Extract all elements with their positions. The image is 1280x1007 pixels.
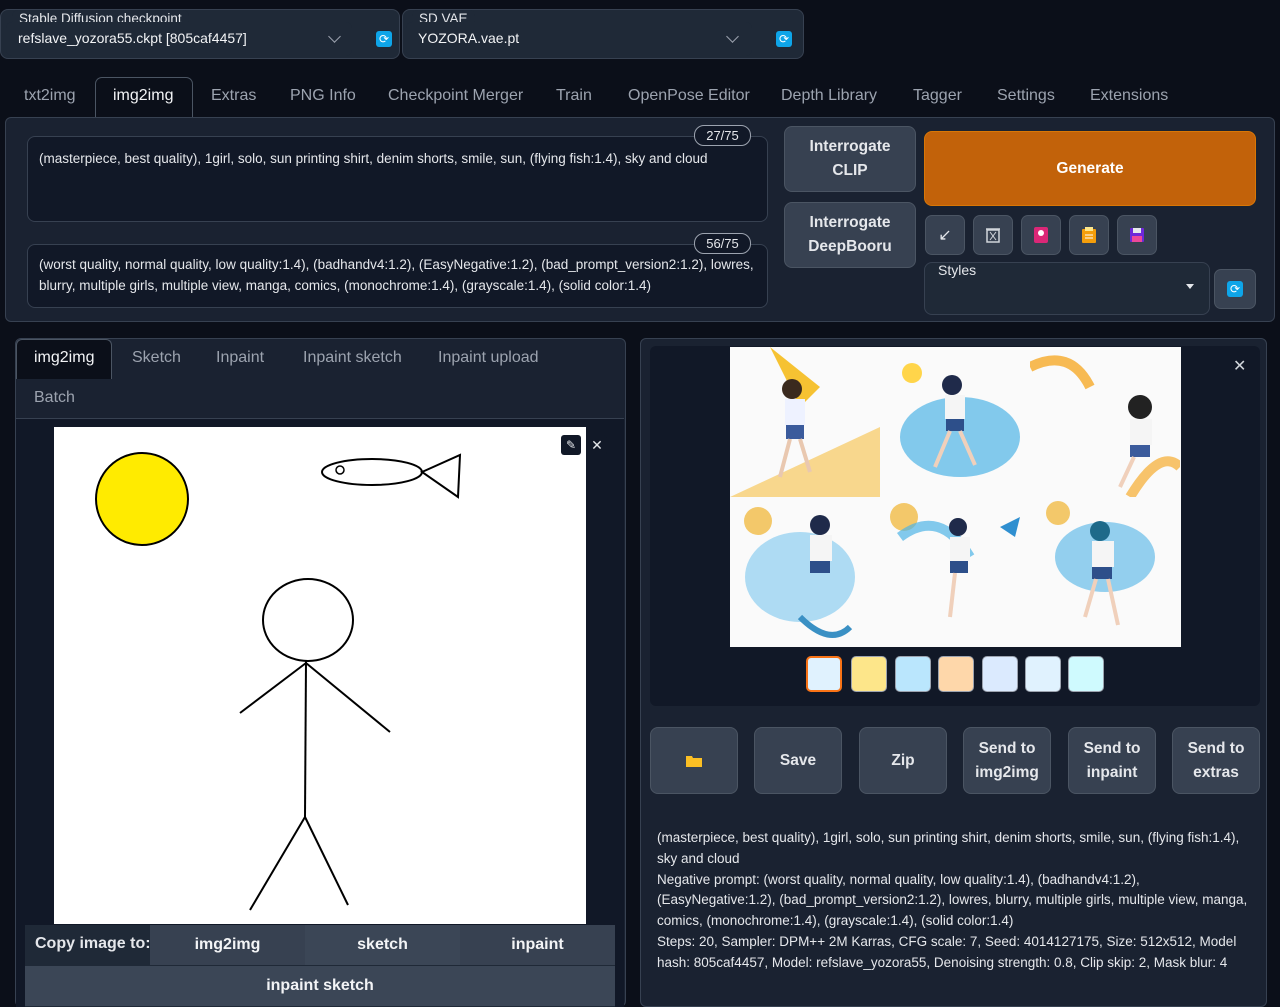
generated-image-1 bbox=[730, 347, 880, 497]
interrogate-clip-button[interactable]: Interrogate CLIP bbox=[784, 126, 916, 192]
refresh-icon[interactable]: ⟳ bbox=[776, 31, 792, 47]
tab-train[interactable]: Train bbox=[556, 87, 592, 105]
copy-image-label: Copy image to: bbox=[35, 935, 151, 952]
gallery-thumbnail-4[interactable] bbox=[982, 656, 1018, 692]
generated-image-2 bbox=[880, 347, 1030, 497]
tab-openpose-editor[interactable]: OpenPose Editor bbox=[628, 87, 750, 105]
close-icon[interactable]: ✕ bbox=[587, 435, 607, 455]
save-button[interactable]: Save bbox=[754, 727, 842, 794]
subtab-inpaint[interactable]: Inpaint bbox=[216, 349, 264, 367]
generated-image-6 bbox=[1030, 497, 1180, 647]
sketch-canvas[interactable] bbox=[54, 427, 586, 924]
subtab-img2img[interactable]: img2img bbox=[34, 349, 94, 367]
interrogate-deepbooru-line1: Interrogate bbox=[809, 214, 891, 231]
close-icon[interactable]: ✕ bbox=[1233, 356, 1246, 376]
generated-image-3 bbox=[1030, 347, 1180, 497]
dropdown-triangle-icon bbox=[1186, 284, 1194, 289]
gallery-thumbnail-1[interactable] bbox=[851, 656, 887, 692]
interrogate-clip-line1: Interrogate bbox=[809, 138, 891, 155]
refresh-icon[interactable]: ⟳ bbox=[376, 31, 392, 47]
copy-to-inpaint-sketch-button[interactable]: inpaint sketch bbox=[25, 966, 615, 1006]
open-folder-button[interactable] bbox=[650, 727, 738, 794]
tab-img2img[interactable]: img2img bbox=[113, 87, 173, 105]
generation-info-params: Steps: 20, Sampler: DPM++ 2M Karras, CFG… bbox=[657, 933, 1237, 970]
generate-button[interactable]: Generate bbox=[924, 131, 1256, 206]
prompt-input[interactable]: (masterpiece, best quality), 1girl, solo… bbox=[27, 136, 768, 222]
tab-png-info[interactable]: PNG Info bbox=[290, 87, 356, 105]
trash-icon[interactable] bbox=[973, 215, 1013, 255]
copy-to-inpaint-button[interactable]: inpaint bbox=[460, 925, 615, 965]
chevron-down-icon bbox=[328, 30, 341, 43]
checkpoint-select[interactable]: refslave_yozora55.ckpt [805caf4457] bbox=[6, 22, 352, 56]
vae-select[interactable]: YOZORA.vae.pt bbox=[406, 22, 752, 56]
tab-extensions[interactable]: Extensions bbox=[1090, 87, 1168, 105]
negative-prompt-input[interactable]: (worst quality, normal quality, low qual… bbox=[27, 244, 768, 308]
generated-grid-image[interactable] bbox=[730, 347, 1181, 647]
tab-tagger[interactable]: Tagger bbox=[913, 87, 962, 105]
send-to-inpaint-line1: Send to bbox=[1083, 739, 1141, 757]
send-to-extras-line1: Send to bbox=[1187, 739, 1245, 757]
tab-settings[interactable]: Settings bbox=[997, 87, 1055, 105]
gallery-thumbnail-5[interactable] bbox=[1025, 656, 1061, 692]
gallery-thumbnail-3[interactable] bbox=[938, 656, 974, 692]
copy-to-img2img-button[interactable]: img2img bbox=[150, 925, 305, 965]
edit-pencil-icon[interactable]: ✎ bbox=[561, 435, 581, 455]
tab-extras[interactable]: Extras bbox=[211, 87, 256, 105]
generated-image-4 bbox=[730, 497, 880, 647]
send-to-inpaint-line2: inpaint bbox=[1086, 763, 1138, 781]
send-to-extras-line2: extras bbox=[1193, 763, 1239, 781]
subtab-batch[interactable]: Batch bbox=[34, 389, 75, 407]
negative-prompt-token-counter: 56/75 bbox=[694, 233, 751, 254]
send-to-img2img-line2: img2img bbox=[975, 763, 1039, 781]
prompt-token-counter: 27/75 bbox=[694, 125, 751, 146]
generation-info: (masterpiece, best quality), 1girl, solo… bbox=[657, 828, 1257, 974]
generation-info-prompt: (masterpiece, best quality), 1girl, solo… bbox=[657, 830, 1240, 866]
gallery-thumbnail-2[interactable] bbox=[895, 656, 931, 692]
tab-depth-library[interactable]: Depth Library bbox=[781, 87, 877, 105]
folder-icon bbox=[686, 755, 702, 767]
floppy-disk-icon[interactable] bbox=[1117, 215, 1157, 255]
chevron-down-icon bbox=[726, 30, 739, 43]
refresh-icon: ⟳ bbox=[1227, 281, 1243, 297]
interrogate-deepbooru-line2: DeepBooru bbox=[808, 238, 892, 255]
send-to-extras-button[interactable]: Send to extras bbox=[1172, 727, 1260, 794]
subtab-inpaint-sketch[interactable]: Inpaint sketch bbox=[303, 349, 402, 367]
arrow-icon[interactable]: ↙ bbox=[925, 215, 965, 255]
gallery-thumbnail-grid[interactable] bbox=[806, 656, 842, 692]
copy-to-sketch-button[interactable]: sketch bbox=[305, 925, 460, 965]
interrogate-deepbooru-button[interactable]: Interrogate DeepBooru bbox=[784, 202, 916, 268]
send-to-img2img-button[interactable]: Send to img2img bbox=[963, 727, 1051, 794]
styles-refresh-button[interactable]: ⟳ bbox=[1214, 269, 1256, 309]
styles-label: Styles bbox=[938, 262, 977, 278]
send-to-inpaint-button[interactable]: Send to inpaint bbox=[1068, 727, 1156, 794]
styles-select[interactable] bbox=[930, 282, 1204, 310]
send-to-img2img-line1: Send to bbox=[978, 739, 1036, 757]
vae-value: YOZORA.vae.pt bbox=[418, 30, 520, 46]
subtab-inpaint-upload[interactable]: Inpaint upload bbox=[438, 349, 539, 367]
clipboard-icon[interactable] bbox=[1069, 215, 1109, 255]
gallery-thumbnail-6[interactable] bbox=[1068, 656, 1104, 692]
generation-info-negative: Negative prompt: (worst quality, normal … bbox=[657, 871, 1248, 929]
tab-txt2img[interactable]: txt2img bbox=[24, 87, 76, 105]
zip-button[interactable]: Zip bbox=[859, 727, 947, 794]
red-card-icon[interactable] bbox=[1021, 215, 1061, 255]
subtab-sketch[interactable]: Sketch bbox=[132, 349, 181, 367]
generated-image-5 bbox=[880, 497, 1030, 647]
interrogate-clip-line2: CLIP bbox=[832, 162, 868, 179]
checkpoint-value: refslave_yozora55.ckpt [805caf4457] bbox=[18, 30, 247, 46]
tab-checkpoint-merger[interactable]: Checkpoint Merger bbox=[388, 87, 523, 105]
